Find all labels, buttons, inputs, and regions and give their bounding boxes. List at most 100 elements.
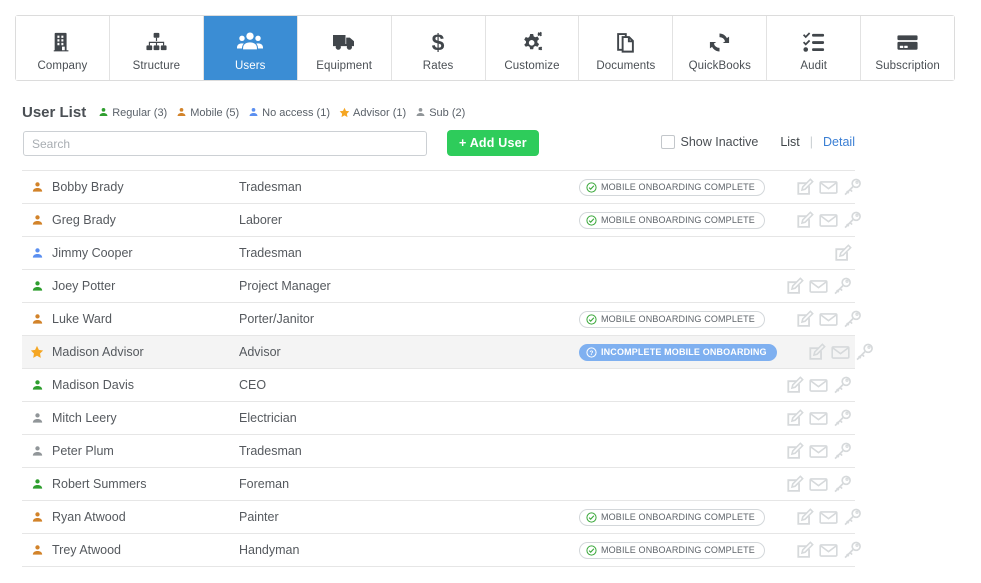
- status-cell: MOBILE ONBOARDING COMPLETE: [579, 541, 775, 559]
- key-icon[interactable]: [833, 277, 852, 296]
- edit-icon[interactable]: [795, 210, 814, 230]
- search-input[interactable]: [23, 131, 427, 156]
- status-badge-label: MOBILE ONBOARDING COMPLETE: [601, 545, 755, 555]
- row-actions: [775, 540, 865, 560]
- edit-icon[interactable]: [795, 507, 814, 527]
- key-icon[interactable]: [843, 211, 862, 230]
- edit-icon[interactable]: [785, 276, 804, 296]
- nav-tab-company[interactable]: Company: [16, 16, 110, 80]
- envelope-icon[interactable]: [831, 343, 850, 362]
- status-cell: MOBILE ONBOARDING COMPLETE: [579, 211, 775, 229]
- view-mode-detail[interactable]: Detail: [823, 135, 855, 149]
- nav-tab-audit[interactable]: Audit: [767, 16, 862, 80]
- building-icon: [51, 27, 73, 57]
- star-icon: [22, 345, 52, 359]
- page-title: User List: [22, 104, 87, 121]
- view-mode-list[interactable]: List: [780, 135, 799, 149]
- table-row[interactable]: Joey Potter Project Manager: [22, 270, 855, 303]
- person-icon: [22, 544, 52, 557]
- envelope-icon[interactable]: [819, 508, 838, 527]
- table-row[interactable]: Jimmy Cooper Tradesman: [22, 237, 855, 270]
- key-icon[interactable]: [843, 541, 862, 560]
- status-cell: MOBILE ONBOARDING COMPLETE: [579, 310, 775, 328]
- envelope-icon[interactable]: [819, 310, 838, 329]
- edit-icon[interactable]: [785, 441, 804, 461]
- envelope-icon[interactable]: [809, 376, 828, 395]
- add-user-button[interactable]: + Add User: [447, 130, 539, 156]
- documents-icon: [614, 27, 637, 57]
- envelope-icon[interactable]: [809, 277, 828, 296]
- key-icon[interactable]: [833, 475, 852, 494]
- user-role: Laborer: [239, 213, 283, 227]
- table-row[interactable]: Greg Brady Laborer MOBILE ONBOARDING COMPL…: [22, 204, 861, 237]
- check-circle-icon: [586, 214, 597, 226]
- nav-tab-subscription[interactable]: Subscription: [861, 16, 955, 80]
- edit-icon[interactable]: [807, 342, 826, 362]
- status-badge-label: MOBILE ONBOARDING COMPLETE: [601, 215, 755, 225]
- key-icon[interactable]: [843, 178, 862, 197]
- table-row[interactable]: Madison Davis CEO: [22, 369, 855, 402]
- row-actions: [775, 210, 865, 230]
- nav-tab-structure[interactable]: Structure: [109, 16, 204, 80]
- question-circle-icon: ?: [586, 346, 597, 358]
- status-badge-label: INCOMPLETE MOBILE ONBOARDING: [601, 347, 767, 357]
- row-actions: [765, 441, 855, 461]
- nav-tab-documents[interactable]: Documents: [579, 16, 674, 80]
- envelope-icon[interactable]: [809, 442, 828, 461]
- table-row[interactable]: Peter Plum Tradesman: [22, 435, 855, 468]
- table-row[interactable]: Madison Advisor Advisor? INCOMPLETE MOBILE…: [22, 336, 873, 369]
- user-name: Robert Summers: [52, 477, 147, 491]
- envelope-icon[interactable]: [809, 475, 828, 494]
- status-badge: ? INCOMPLETE MOBILE ONBOARDING: [579, 343, 777, 361]
- table-row[interactable]: Robert Summers Foreman: [22, 468, 855, 501]
- edit-icon[interactable]: [785, 408, 804, 428]
- person-icon: [248, 107, 259, 118]
- nav-tab-label: Users: [235, 60, 266, 72]
- legend-item: Mobile (5): [176, 107, 239, 119]
- edit-icon[interactable]: [795, 177, 814, 197]
- person-icon: [415, 107, 426, 118]
- table-row[interactable]: Trey Atwood Handyman MOBILE ONBOARDING COM…: [22, 534, 861, 567]
- nav-tab-rates[interactable]: $ Rates: [391, 16, 486, 80]
- table-row[interactable]: Mitch Leery Electrician: [22, 402, 855, 435]
- envelope-icon[interactable]: [819, 211, 838, 230]
- edit-icon[interactable]: [795, 309, 814, 329]
- table-row[interactable]: Ryan Atwood Painter MOBILE ONBOARDING COMP…: [22, 501, 861, 534]
- user-role: Tradesman: [239, 246, 302, 260]
- status-cell: ? INCOMPLETE MOBILE ONBOARDING: [579, 343, 787, 361]
- row-actions: [775, 507, 865, 527]
- row-actions: [775, 309, 865, 329]
- edit-icon[interactable]: [785, 474, 804, 494]
- edit-icon[interactable]: [833, 243, 852, 263]
- user-role: CEO: [239, 378, 267, 392]
- user-name: Ryan Atwood: [52, 510, 126, 524]
- nav-tab-equipment[interactable]: Equipment: [297, 16, 392, 80]
- edit-icon[interactable]: [795, 540, 814, 560]
- user-role: Handyman: [239, 543, 300, 557]
- key-icon[interactable]: [833, 442, 852, 461]
- person-icon: [22, 379, 52, 392]
- nav-tab-users[interactable]: Users: [203, 16, 298, 80]
- show-inactive-checkbox[interactable]: [660, 135, 675, 149]
- key-icon[interactable]: [833, 409, 852, 428]
- check-circle-icon: [586, 544, 597, 556]
- key-icon[interactable]: [855, 343, 874, 362]
- key-icon[interactable]: [843, 310, 862, 329]
- nav-tab-label: Audit: [800, 60, 828, 72]
- nav-tab-label: Customize: [504, 60, 560, 72]
- person-icon: [22, 247, 52, 260]
- envelope-icon[interactable]: [809, 409, 828, 428]
- nav-tab-quickbooks[interactable]: QuickBooks: [673, 16, 768, 80]
- star-icon: [339, 107, 350, 118]
- user-name: Joey Potter: [52, 279, 116, 293]
- key-icon[interactable]: [843, 508, 862, 527]
- key-icon[interactable]: [833, 376, 852, 395]
- envelope-icon[interactable]: [819, 178, 838, 197]
- table-row[interactable]: Luke Ward Porter/Janitor MOBILE ONBOARDING…: [22, 303, 861, 336]
- edit-icon[interactable]: [785, 375, 804, 395]
- envelope-icon[interactable]: [819, 541, 838, 560]
- nav-tab-customize[interactable]: Customize: [485, 16, 580, 80]
- person-icon: [22, 214, 52, 227]
- user-name: Jimmy Cooper: [52, 246, 133, 260]
- table-row[interactable]: Bobby Brady Tradesman MOBILE ONBOARDING CO…: [22, 171, 861, 204]
